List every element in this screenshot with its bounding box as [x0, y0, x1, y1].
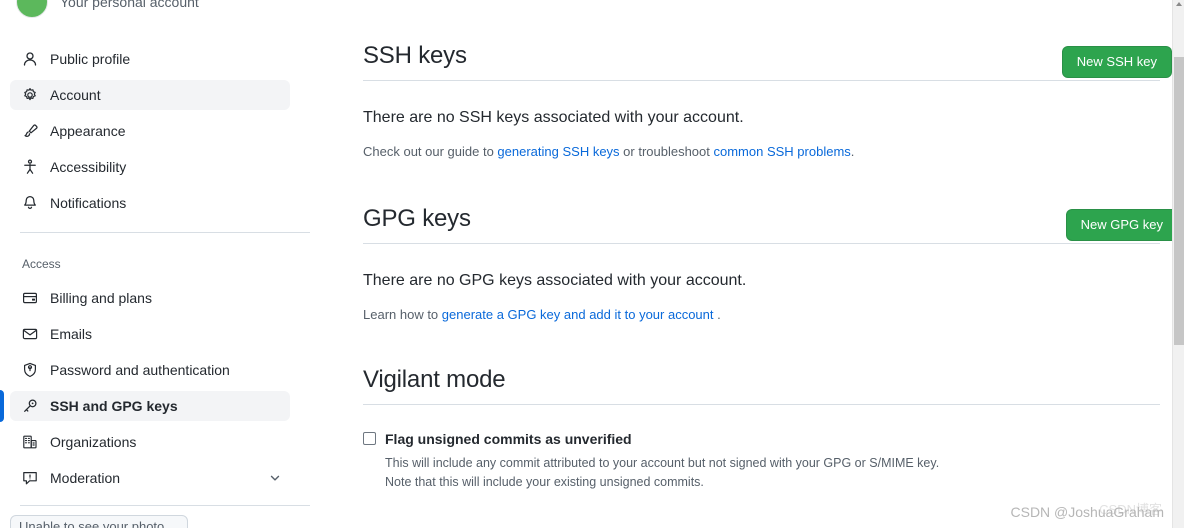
accessibility-icon [22, 159, 38, 175]
sidebar-item-label: Public profile [50, 51, 131, 67]
page-scrollbar[interactable] [1172, 0, 1184, 528]
key-icon [22, 398, 38, 414]
flag-unsigned-commits-checkbox[interactable] [363, 432, 376, 445]
sidebar-item-label: Billing and plans [50, 290, 152, 306]
new-gpg-key-button[interactable]: New GPG key [1065, 209, 1178, 241]
account-header-label: Your personal account [60, 0, 199, 10]
sidebar-item-label: Appearance [50, 123, 126, 139]
sidebar-item-emails[interactable]: Emails [10, 319, 290, 349]
generate-gpg-key-link[interactable]: generate a GPG key and add it to your ac… [442, 307, 714, 322]
sidebar-item-label: Password and authentication [50, 362, 230, 378]
sidebar-item-notifications[interactable]: Notifications [10, 188, 290, 218]
flag-unsigned-commits-row[interactable]: Flag unsigned commits as unverified This… [363, 429, 1163, 492]
sidebar-item-accessibility[interactable]: Accessibility [10, 152, 290, 182]
sidebar-item-password-and-authentication[interactable]: Password and authentication [10, 355, 290, 385]
ssh-keys-title: SSH keys [363, 42, 467, 69]
github-settings-page: Your personal account Public profile Acc… [0, 0, 1184, 528]
ssh-help-middle: or troubleshoot [619, 144, 714, 159]
flag-unsigned-commits-label[interactable]: Flag unsigned commits as unverified [385, 429, 939, 449]
settings-sidebar: Your personal account Public profile Acc… [0, 0, 310, 528]
gpg-help-text: Learn how to generate a GPG key and add … [363, 306, 1163, 324]
new-ssh-key-button[interactable]: New SSH key [1061, 46, 1172, 78]
settings-main-content: SSH keys New SSH key There are no SSH ke… [363, 0, 1178, 528]
bell-icon [22, 195, 38, 211]
sidebar-item-billing-and-plans[interactable]: Billing and plans [10, 283, 290, 313]
sidebar-item-ssh-and-gpg-keys[interactable]: SSH and GPG keys [0, 390, 290, 422]
ssh-keys-divider [363, 80, 1160, 81]
generating-ssh-keys-link[interactable]: generating SSH keys [497, 144, 619, 159]
sidebar-bottom-partial-item[interactable]: Unable to see your photo [10, 515, 188, 528]
sidebar-divider-bottom [20, 505, 310, 506]
vigilant-mode-divider [363, 404, 1160, 405]
report-icon [22, 470, 38, 486]
avatar[interactable] [16, 0, 48, 18]
ssh-help-text: Check out our guide to generating SSH ke… [363, 143, 1163, 161]
envelope-icon [22, 326, 38, 342]
sidebar-item-label: Organizations [50, 434, 137, 450]
sidebar-item-label: SSH and GPG keys [50, 398, 178, 414]
gear-icon [22, 87, 38, 103]
sidebar-item-label: Moderation [50, 470, 121, 486]
gpg-help-prefix: Learn how to [363, 307, 442, 322]
sidebar-access-section: Billing and plans Emails Password and au… [0, 283, 300, 499]
person-icon [22, 51, 38, 67]
sidebar-item-moderation[interactable]: Moderation [10, 463, 290, 493]
common-ssh-problems-link[interactable]: common SSH problems [714, 144, 851, 159]
scroll-up-arrow-icon[interactable] [1176, 2, 1182, 6]
vigilant-mode-section: Vigilant mode Flag unsigned commits as u… [363, 364, 1163, 492]
gpg-empty-message: There are no GPG keys associated with yo… [363, 272, 747, 289]
gpg-help-suffix: . [713, 307, 721, 322]
ssh-keys-section: SSH keys New SSH key There are no SSH ke… [363, 40, 1172, 161]
gpg-keys-divider [363, 243, 1160, 244]
sidebar-item-organizations[interactable]: Organizations [10, 427, 290, 457]
sidebar-item-account[interactable]: Account [10, 80, 290, 110]
ssh-help-suffix: . [850, 144, 855, 159]
ssh-empty-message: There are no SSH keys associated with yo… [363, 109, 744, 126]
vigilant-mode-title: Vigilant mode [363, 366, 506, 393]
vigilant-description-line-2: Note that this will include your existin… [385, 475, 704, 489]
gpg-keys-section: GPG keys New GPG key There are no GPG ke… [363, 203, 1178, 324]
gpg-keys-title: GPG keys [363, 205, 471, 232]
ssh-help-prefix: Check out our guide to [363, 144, 498, 159]
paintbrush-icon [22, 123, 38, 139]
sidebar-item-public-profile[interactable]: Public profile [10, 44, 290, 74]
sidebar-section-label-access: Access [22, 257, 61, 271]
credit-card-icon [22, 290, 38, 306]
scrollbar-thumb[interactable] [1174, 57, 1184, 345]
organization-icon [22, 434, 38, 450]
vigilant-description-line-1: This will include any commit attributed … [385, 456, 940, 470]
account-header[interactable]: Your personal account [0, 0, 199, 22]
sidebar-item-label: Emails [50, 326, 93, 342]
sidebar-divider-access [20, 232, 310, 233]
sidebar-item-label: Account [50, 87, 101, 103]
sidebar-personal-section: Public profile Account Appearance Access… [0, 44, 300, 224]
sidebar-item-appearance[interactable]: Appearance [10, 116, 290, 146]
sidebar-item-label: Notifications [50, 195, 127, 211]
shield-lock-icon [22, 362, 38, 378]
sidebar-item-label: Accessibility [50, 159, 127, 175]
chevron-down-icon[interactable] [268, 471, 282, 485]
